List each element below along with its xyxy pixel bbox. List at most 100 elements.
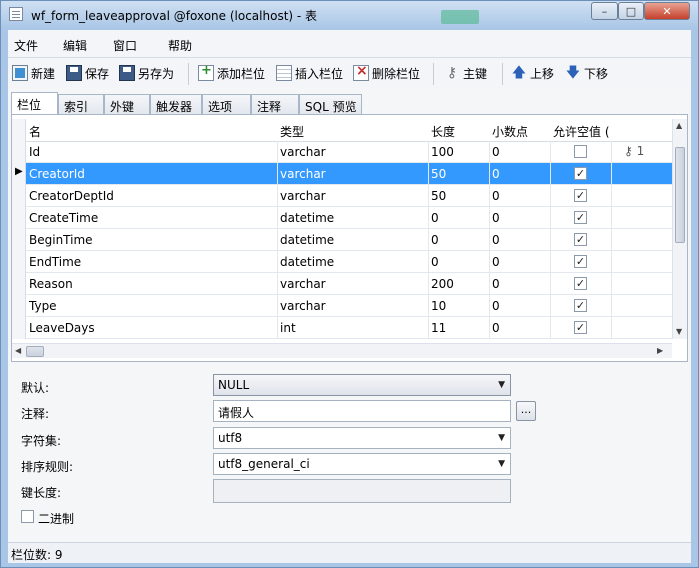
cell-name[interactable]: Reason	[29, 277, 73, 291]
insert-column-button[interactable]: 插入栏位	[276, 64, 343, 82]
cell-length[interactable]: 100	[431, 145, 454, 159]
table-row[interactable]: ▶ CreatorId varchar 50 0 ✓	[12, 163, 672, 185]
cell-type[interactable]: varchar	[280, 145, 326, 159]
table-row[interactable]: LeaveDays int 11 0 ✓	[12, 317, 672, 339]
move-up-button[interactable]: 🡅 上移	[511, 64, 554, 82]
cell-type[interactable]: varchar	[280, 189, 326, 203]
menu-file[interactable]: 文件	[14, 37, 38, 54]
scroll-down-icon[interactable]: ▼	[676, 327, 682, 336]
row-indicator[interactable]	[12, 229, 26, 251]
default-select[interactable]: NULL ▼	[213, 374, 511, 396]
nullable-checkbox[interactable]: ✓	[574, 189, 587, 202]
tab-foreign-keys[interactable]: 外键	[104, 94, 150, 114]
comment-input[interactable]: 请假人	[213, 400, 511, 422]
cell-decimals[interactable]: 0	[492, 145, 500, 159]
row-indicator[interactable]: ▶	[12, 163, 26, 185]
cell-decimals[interactable]: 0	[492, 189, 500, 203]
cell-decimals[interactable]: 0	[492, 255, 500, 269]
menu-help[interactable]: 帮助	[168, 37, 192, 54]
scroll-left-icon[interactable]: ◀	[15, 346, 21, 355]
nullable-checkbox[interactable]: ✓	[574, 233, 587, 246]
cell-length[interactable]: 0	[431, 211, 439, 225]
comment-edit-button[interactable]: ...	[516, 401, 536, 421]
save-button[interactable]: 保存	[66, 64, 109, 82]
nullable-checkbox[interactable]: ✓	[574, 277, 587, 290]
tab-columns[interactable]: 栏位	[11, 92, 58, 114]
vertical-scrollbar[interactable]: ▲ ▼	[672, 119, 687, 339]
move-down-button[interactable]: 🡇 下移	[565, 64, 608, 82]
cell-name[interactable]: LeaveDays	[29, 321, 95, 335]
cell-type[interactable]: datetime	[280, 233, 334, 247]
row-indicator[interactable]	[12, 317, 26, 339]
cell-decimals[interactable]: 0	[492, 277, 500, 291]
cell-length[interactable]: 50	[431, 189, 446, 203]
table-row[interactable]: Reason varchar 200 0 ✓	[12, 273, 672, 295]
cell-length[interactable]: 11	[431, 321, 446, 335]
cell-name[interactable]: Type	[29, 299, 57, 313]
header-type[interactable]: 类型	[280, 123, 304, 140]
row-indicator[interactable]	[12, 207, 26, 229]
menu-edit[interactable]: 编辑	[63, 37, 87, 54]
header-name[interactable]: 名	[29, 123, 41, 140]
cell-decimals[interactable]: 0	[492, 321, 500, 335]
vertical-scroll-thumb[interactable]	[675, 147, 685, 243]
cell-type[interactable]: int	[280, 321, 296, 335]
tab-comments[interactable]: 注释	[251, 94, 299, 114]
cell-name[interactable]: BeginTime	[29, 233, 93, 247]
close-button[interactable]: ✕	[644, 2, 690, 20]
new-button[interactable]: 新建	[12, 64, 55, 82]
cell-decimals[interactable]: 0	[492, 167, 500, 181]
title-bar[interactable]: wf_form_leaveapproval @foxone (localhost…	[1, 1, 698, 29]
scroll-up-icon[interactable]: ▲	[676, 121, 682, 130]
nullable-checkbox[interactable]	[574, 145, 587, 158]
delete-column-button[interactable]: 删除栏位	[353, 63, 420, 82]
cell-name[interactable]: CreateTime	[29, 211, 98, 225]
scroll-right-icon[interactable]: ▶	[657, 346, 663, 355]
cell-type[interactable]: datetime	[280, 255, 334, 269]
cell-decimals[interactable]: 0	[492, 299, 500, 313]
menu-window[interactable]: 窗口	[113, 37, 137, 54]
row-indicator[interactable]	[12, 141, 26, 163]
table-row[interactable]: Id varchar 100 0 ⚷ 1	[12, 141, 672, 163]
primary-key-button[interactable]: ⚷ 主键	[444, 64, 487, 82]
binary-checkbox[interactable]	[21, 510, 34, 523]
cell-length[interactable]: 200	[431, 277, 454, 291]
header-nullable[interactable]: 允许空值 (	[553, 123, 610, 140]
cell-name[interactable]: Id	[29, 145, 40, 159]
cell-decimals[interactable]: 0	[492, 233, 500, 247]
row-indicator[interactable]	[12, 273, 26, 295]
tab-indexes[interactable]: 索引	[58, 94, 104, 114]
nullable-checkbox[interactable]: ✓	[574, 167, 587, 180]
charset-select[interactable]: utf8 ▼	[213, 427, 511, 449]
cell-type[interactable]: datetime	[280, 211, 334, 225]
cell-length[interactable]: 0	[431, 233, 439, 247]
key-length-input[interactable]	[213, 479, 511, 503]
table-row[interactable]: Type varchar 10 0 ✓	[12, 295, 672, 317]
minimize-button[interactable]: –	[591, 2, 618, 20]
tab-triggers[interactable]: 触发器	[150, 94, 202, 114]
maximize-button[interactable]: □	[618, 2, 644, 20]
collation-select[interactable]: utf8_general_ci ▼	[213, 453, 511, 475]
nullable-checkbox[interactable]: ✓	[574, 299, 587, 312]
row-indicator[interactable]	[12, 185, 26, 207]
table-row[interactable]: EndTime datetime 0 0 ✓	[12, 251, 672, 273]
table-row[interactable]: CreateTime datetime 0 0 ✓	[12, 207, 672, 229]
horizontal-scrollbar[interactable]: ◀ ▶	[12, 343, 672, 358]
cell-length[interactable]: 10	[431, 299, 446, 313]
nullable-checkbox[interactable]: ✓	[574, 321, 587, 334]
table-row[interactable]: BeginTime datetime 0 0 ✓	[12, 229, 672, 251]
row-indicator[interactable]	[12, 251, 26, 273]
horizontal-scroll-thumb[interactable]	[26, 346, 44, 357]
nullable-checkbox[interactable]: ✓	[574, 211, 587, 224]
table-row[interactable]: CreatorDeptId varchar 50 0 ✓	[12, 185, 672, 207]
cell-type[interactable]: varchar	[280, 167, 326, 181]
cell-name[interactable]: CreatorDeptId	[29, 189, 114, 203]
cell-length[interactable]: 50	[431, 167, 446, 181]
add-column-button[interactable]: 添加栏位	[198, 63, 265, 82]
cell-name[interactable]: CreatorId	[29, 167, 85, 181]
cell-decimals[interactable]: 0	[492, 211, 500, 225]
tab-sql-preview[interactable]: SQL 预览	[299, 94, 362, 114]
header-decimals[interactable]: 小数点	[492, 123, 528, 140]
cell-type[interactable]: varchar	[280, 277, 326, 291]
cell-name[interactable]: EndTime	[29, 255, 81, 269]
